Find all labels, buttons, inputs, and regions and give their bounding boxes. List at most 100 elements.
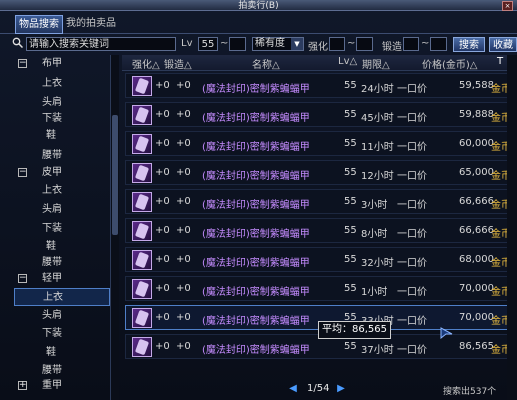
table-row[interactable]: +0 +0 (魔法封印)密制紫蝙蝠甲 55 1小时 一口价 70,000 金币: [125, 276, 512, 301]
lv-separator: ~: [220, 38, 229, 49]
cell-forge: +0: [176, 167, 191, 178]
enhance-min-input[interactable]: [329, 37, 345, 51]
armor-icon: [132, 76, 152, 96]
subcategory-item[interactable]: 腰带: [14, 147, 110, 165]
cell-lv: 55: [344, 80, 357, 91]
cell-name: (魔法封印)密制紫蝙蝠甲: [202, 171, 310, 182]
subcategory-label: 下装: [42, 328, 62, 339]
collapse-icon[interactable]: −: [18, 168, 27, 177]
category-cloth[interactable]: − 布甲: [14, 55, 110, 73]
subcategory-item[interactable]: 上衣: [14, 75, 110, 93]
pin-icon[interactable]: T: [497, 56, 503, 67]
table-row[interactable]: +0 +0 (魔法封印)密制紫蝙蝠甲 55 11小时 一口价 60,000 金币: [125, 131, 512, 156]
subcategory-label: 头肩: [42, 310, 62, 321]
table-row[interactable]: +0 +0 (魔法封印)密制紫蝙蝠甲 55 8小时 一口价 66,666 金币: [125, 218, 512, 243]
lv-min-input[interactable]: 55: [198, 37, 218, 51]
header-enhance[interactable]: 强化△: [132, 56, 160, 71]
subcategory-item[interactable]: 鞋: [14, 127, 110, 145]
cell-forge: +0: [176, 138, 191, 149]
header-forge[interactable]: 锻造△: [164, 56, 192, 71]
category-light-armor[interactable]: − 轻甲: [14, 270, 110, 288]
cell-time: 24小时: [361, 84, 394, 95]
cell-type: 一口价: [397, 287, 427, 298]
cell-time: 32小时: [361, 258, 394, 269]
armor-icon: [132, 337, 152, 357]
cursor-icon: [440, 327, 453, 339]
armor-icon: [132, 134, 152, 154]
subcategory-item[interactable]: 上衣: [14, 182, 110, 200]
armor-icon: [132, 105, 152, 125]
table-row[interactable]: +0 +0 (魔法封印)密制紫蝙蝠甲 55 3小时 一口价 66,666 金币: [125, 189, 512, 214]
enhance-label: 强化: [308, 42, 328, 53]
subcategory-item[interactable]: 鞋: [14, 344, 110, 362]
category-label: 轻甲: [42, 273, 62, 284]
cell-type: 一口价: [397, 84, 427, 95]
cell-time: 37小时: [361, 345, 394, 356]
forge-min-input[interactable]: [403, 37, 419, 51]
table-row[interactable]: +0 +0 (魔法封印)密制紫蝙蝠甲 55 45小时 一口价 59,888 金币: [125, 102, 512, 127]
cell-forge: +0: [176, 196, 191, 207]
search-icon: [12, 37, 23, 48]
cell-price: 65,000: [459, 167, 494, 178]
search-row: 请输入搜索关键词 Lv 55 ~ 稀有度 ▼ 强化 ~ 锻造 ~ 搜索 收藏: [0, 35, 517, 53]
subcategory-item[interactable]: 下装: [14, 325, 110, 343]
subcategory-label: 上衣: [42, 78, 62, 89]
table-row[interactable]: +0 +0 (魔法封印)密制紫蝙蝠甲 55 32小时 一口价 68,000 金币: [125, 247, 512, 272]
tab-item-search[interactable]: 物品搜索: [15, 15, 63, 34]
category-tree: − 布甲 上衣 头肩 下装 鞋 腰带 − 皮甲 上衣 头肩 下装 鞋 腰带 − …: [14, 55, 112, 400]
prev-page-button[interactable]: ◀: [287, 383, 299, 395]
table-row[interactable]: +0 +0 (魔法封印)密制紫蝙蝠甲 55 12小时 一口价 65,000 金币: [125, 160, 512, 185]
cell-lv: 55: [344, 167, 357, 178]
lv-max-input[interactable]: [229, 37, 246, 51]
scrollbar-thumb[interactable]: [112, 115, 118, 235]
armor-icon: [132, 308, 152, 328]
collapse-icon[interactable]: −: [18, 59, 27, 68]
category-scrollbar[interactable]: [110, 55, 119, 400]
cell-lv: 55: [344, 341, 357, 352]
cell-lv: 55: [344, 196, 357, 207]
header-price[interactable]: 价格(金币)△: [422, 56, 478, 71]
subcategory-item[interactable]: 下装: [14, 220, 110, 238]
forge-max-input[interactable]: [430, 37, 447, 51]
header-time[interactable]: 期限△: [362, 56, 390, 71]
cell-enhance: +0: [155, 167, 170, 178]
title-bar[interactable]: 拍卖行(B) ×: [0, 0, 517, 11]
subcategory-label: 上衣: [42, 185, 62, 196]
search-button[interactable]: 搜索: [453, 37, 485, 52]
category-label: 重甲: [42, 380, 62, 391]
armor-icon: [132, 221, 152, 241]
favorite-button[interactable]: 收藏: [489, 37, 517, 52]
subcategory-item[interactable]: 下装: [14, 110, 110, 128]
results-scrollbar[interactable]: [507, 55, 517, 400]
collapse-icon[interactable]: −: [18, 274, 27, 283]
category-heavy-armor[interactable]: + 重甲: [14, 377, 110, 395]
tab-my-auctions[interactable]: 我的拍卖品: [63, 15, 119, 32]
enhance-max-input[interactable]: [356, 37, 373, 51]
subcategory-item[interactable]: 头肩: [14, 307, 110, 325]
header-name[interactable]: 名称△: [252, 56, 280, 71]
cell-price: 66,666: [459, 196, 494, 207]
expand-icon[interactable]: +: [18, 381, 27, 390]
search-input[interactable]: 请输入搜索关键词: [26, 37, 176, 51]
rarity-select[interactable]: 稀有度 ▼: [252, 37, 304, 51]
category-leather[interactable]: − 皮甲: [14, 164, 110, 182]
next-page-button[interactable]: ▶: [335, 383, 347, 395]
cell-enhance: +0: [155, 196, 170, 207]
average-price-tooltip: 平均：86,565: [318, 321, 391, 339]
armor-icon: [132, 250, 152, 270]
cell-name: (魔法封印)密制紫蝙蝠甲: [202, 200, 310, 211]
cell-name: (魔法封印)密制紫蝙蝠甲: [202, 258, 310, 269]
subcategory-item-selected[interactable]: 上衣: [14, 288, 110, 306]
header-lv[interactable]: Lv△: [338, 56, 357, 67]
cell-price: 59,888: [459, 109, 494, 120]
cell-price: 70,000: [459, 312, 494, 323]
cell-type: 一口价: [397, 258, 427, 269]
subcategory-item[interactable]: 头肩: [14, 201, 110, 219]
armor-icon: [132, 192, 152, 212]
table-row[interactable]: +0 +0 (魔法封印)密制紫蝙蝠甲 55 24小时 一口价 59,588 金币: [125, 73, 512, 98]
cell-forge: +0: [176, 283, 191, 294]
cell-name: (魔法封印)密制紫蝙蝠甲: [202, 142, 310, 153]
subcategory-label: 头肩: [42, 204, 62, 215]
close-icon[interactable]: ×: [502, 1, 513, 11]
cell-time: 1小时: [361, 287, 388, 298]
